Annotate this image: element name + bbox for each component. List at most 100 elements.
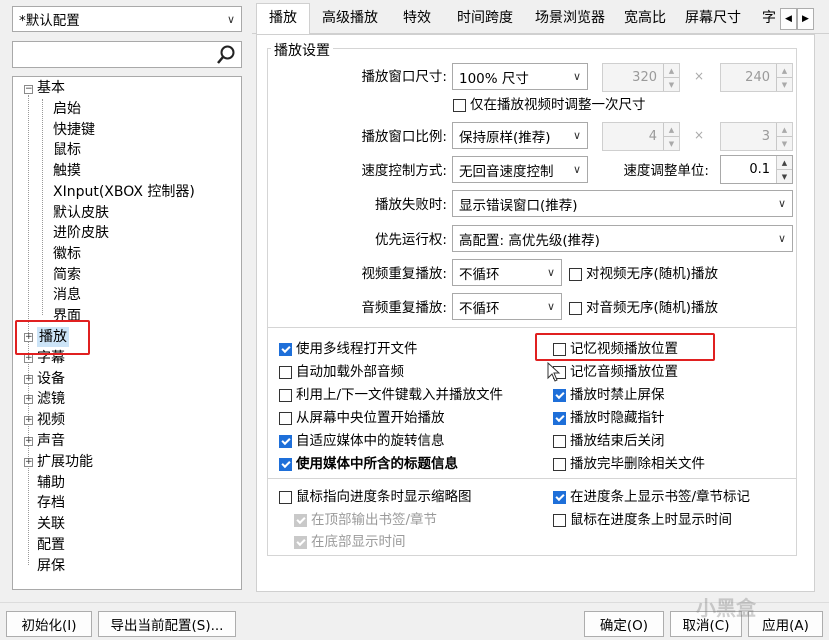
- tab[interactable]: 高级播放: [318, 3, 382, 33]
- tab[interactable]: 屏幕尺寸: [682, 3, 744, 33]
- window-width-stepper[interactable]: 320 ▲ ▼: [602, 63, 680, 92]
- expand-icon[interactable]: +: [24, 416, 33, 426]
- checkbox-box: [279, 490, 292, 504]
- spin-up-icon[interactable]: ▲: [664, 64, 679, 77]
- tab[interactable]: 特效: [398, 3, 436, 33]
- tree-item-root[interactable]: 声音: [37, 431, 65, 451]
- tree-item[interactable]: 触摸: [53, 161, 81, 181]
- tree-item[interactable]: 快捷键: [53, 120, 95, 140]
- option-label: 记忆音频播放位置: [570, 364, 678, 380]
- tree-item-root[interactable]: 视频: [37, 410, 65, 430]
- resize-once-checkbox[interactable]: 仅在播放视频时调整一次尺寸: [453, 95, 646, 115]
- tree-item-root[interactable]: 设备: [37, 369, 65, 389]
- tree-item-root[interactable]: 辅助: [37, 473, 65, 493]
- resize-once-label: 仅在播放视频时调整一次尺寸: [470, 97, 646, 113]
- spin-down-icon[interactable]: ▼: [777, 136, 792, 150]
- tree-item-root[interactable]: 屏保: [37, 556, 65, 576]
- seek-thumbnail-label: 鼠标指向进度条时显示缩略图: [296, 489, 472, 505]
- seek-bookmark-marks-checkbox[interactable]: 在进度条上显示书签/章节标记: [553, 487, 750, 507]
- chevron-down-icon: ∨: [777, 197, 786, 210]
- tab-scroll-left-icon[interactable]: ◀: [780, 8, 797, 30]
- expand-icon[interactable]: +: [24, 457, 33, 467]
- option-checkbox[interactable]: 从屏幕中央位置开始播放: [279, 408, 445, 428]
- spin-down-icon[interactable]: ▼: [664, 77, 679, 91]
- expand-icon[interactable]: +: [24, 374, 33, 384]
- window-ratio-value: 保持原样(推荐): [459, 129, 551, 146]
- tree-item-basic[interactable]: 基本: [37, 78, 65, 98]
- video-repeat-select[interactable]: 不循环 ∨: [452, 259, 562, 286]
- spin-down-icon[interactable]: ▼: [777, 77, 792, 91]
- init-button[interactable]: 初始化(I): [6, 611, 92, 637]
- tree-item[interactable]: 简索: [53, 265, 81, 285]
- window-size-select[interactable]: 100% 尺寸 ∨: [452, 63, 588, 90]
- spin-down-icon[interactable]: ▼: [664, 136, 679, 150]
- spin-down-icon[interactable]: ▼: [777, 169, 792, 183]
- tab[interactable]: 宽高比: [620, 3, 670, 33]
- tree-item-root[interactable]: 滤镜: [37, 389, 65, 409]
- priority-select[interactable]: 高配置: 高优先级(推荐) ∨: [452, 225, 793, 252]
- video-shuffle-checkbox[interactable]: 对视频无序(随机)播放: [569, 264, 718, 284]
- search-input[interactable]: [12, 41, 242, 68]
- expand-icon[interactable]: +: [24, 395, 33, 405]
- tree-item[interactable]: 进阶皮肤: [53, 223, 109, 243]
- tree-item[interactable]: 徽标: [53, 244, 81, 264]
- tree-item-root[interactable]: 关联: [37, 514, 65, 534]
- spin-up-icon[interactable]: ▲: [777, 156, 792, 169]
- collapse-icon[interactable]: −: [24, 85, 33, 94]
- highlight-box: [535, 333, 715, 361]
- profile-select[interactable]: *默认配置 ∨: [12, 6, 242, 32]
- highlight-box: [15, 320, 90, 355]
- expand-icon[interactable]: +: [24, 437, 33, 446]
- spin-up-icon[interactable]: ▲: [777, 123, 792, 136]
- option-checkbox[interactable]: 播放时隐藏指针: [553, 408, 665, 428]
- ratio-width-stepper[interactable]: 4 ▲ ▼: [602, 122, 680, 151]
- option-label: 播放时禁止屏保: [570, 387, 665, 403]
- checkbox-box: [279, 388, 292, 402]
- spin-up-icon[interactable]: ▲: [777, 64, 792, 77]
- search-icon[interactable]: [215, 44, 237, 66]
- tab[interactable]: 场景浏览器: [530, 3, 610, 33]
- option-label: 播放时隐藏指针: [570, 410, 665, 426]
- window-size-value: 100% 尺寸: [459, 70, 529, 87]
- tree-item[interactable]: 启始: [53, 99, 81, 119]
- divider: [267, 478, 797, 479]
- checkbox-box: [553, 457, 566, 471]
- window-ratio-select[interactable]: 保持原样(推荐) ∨: [452, 122, 588, 149]
- tab[interactable]: 播放: [258, 3, 308, 33]
- fail-action-select[interactable]: 显示错误窗口(推荐) ∨: [452, 190, 793, 217]
- tree-item[interactable]: 鼠标: [53, 140, 81, 160]
- tab-scroll-right-icon[interactable]: ▶: [797, 8, 814, 30]
- seek-hover-time-checkbox[interactable]: 鼠标在进度条上时显示时间: [553, 510, 732, 530]
- tree-item[interactable]: 默认皮肤: [53, 203, 109, 223]
- seek-thumbnail-checkbox[interactable]: 鼠标指向进度条时显示缩略图: [279, 487, 472, 507]
- audio-repeat-select[interactable]: 不循环 ∨: [452, 293, 562, 320]
- tree-item-root[interactable]: 存档: [37, 493, 65, 513]
- audio-shuffle-checkbox[interactable]: 对音频无序(随机)播放: [569, 298, 718, 318]
- speed-mode-select[interactable]: 无回音速度控制 ∨: [452, 156, 588, 183]
- ratio-height-stepper[interactable]: 3 ▲ ▼: [720, 122, 793, 151]
- option-checkbox[interactable]: 自适应媒体中的旋转信息: [279, 431, 445, 451]
- option-checkbox[interactable]: 自动加载外部音频: [279, 362, 404, 382]
- tab[interactable]: 字: [760, 3, 778, 33]
- apply-button[interactable]: 应用(A): [748, 611, 823, 637]
- option-checkbox[interactable]: 播放结束后关闭: [553, 431, 665, 451]
- tree-item[interactable]: 消息: [53, 285, 81, 305]
- expand-icon[interactable]: +: [24, 353, 33, 363]
- ok-button[interactable]: 确定(O): [584, 611, 664, 637]
- option-checkbox[interactable]: 使用媒体中所含的标题信息: [279, 454, 458, 474]
- option-checkbox[interactable]: 利用上/下一文件键载入并播放文件: [279, 385, 503, 405]
- tree-item-root[interactable]: 配置: [37, 535, 65, 555]
- tree-item[interactable]: XInput(XBOX 控制器): [53, 182, 195, 202]
- export-config-button[interactable]: 导出当前配置(S)...: [98, 611, 236, 637]
- checkbox-box: [553, 388, 566, 402]
- tab[interactable]: 时间跨度: [452, 3, 518, 33]
- speed-unit-stepper[interactable]: 0.1 ▲ ▼: [720, 155, 793, 184]
- window-height-stepper[interactable]: 240 ▲ ▼: [720, 63, 793, 92]
- spin-up-icon[interactable]: ▲: [664, 123, 679, 136]
- option-checkbox[interactable]: 记忆音频播放位置: [553, 362, 678, 382]
- option-checkbox[interactable]: 使用多线程打开文件: [279, 339, 418, 359]
- option-checkbox[interactable]: 播放时禁止屏保: [553, 385, 665, 405]
- tree-item-root[interactable]: 扩展功能: [37, 452, 93, 472]
- option-checkbox[interactable]: 播放完毕删除相关文件: [553, 454, 705, 474]
- checkbox-box: [279, 411, 292, 425]
